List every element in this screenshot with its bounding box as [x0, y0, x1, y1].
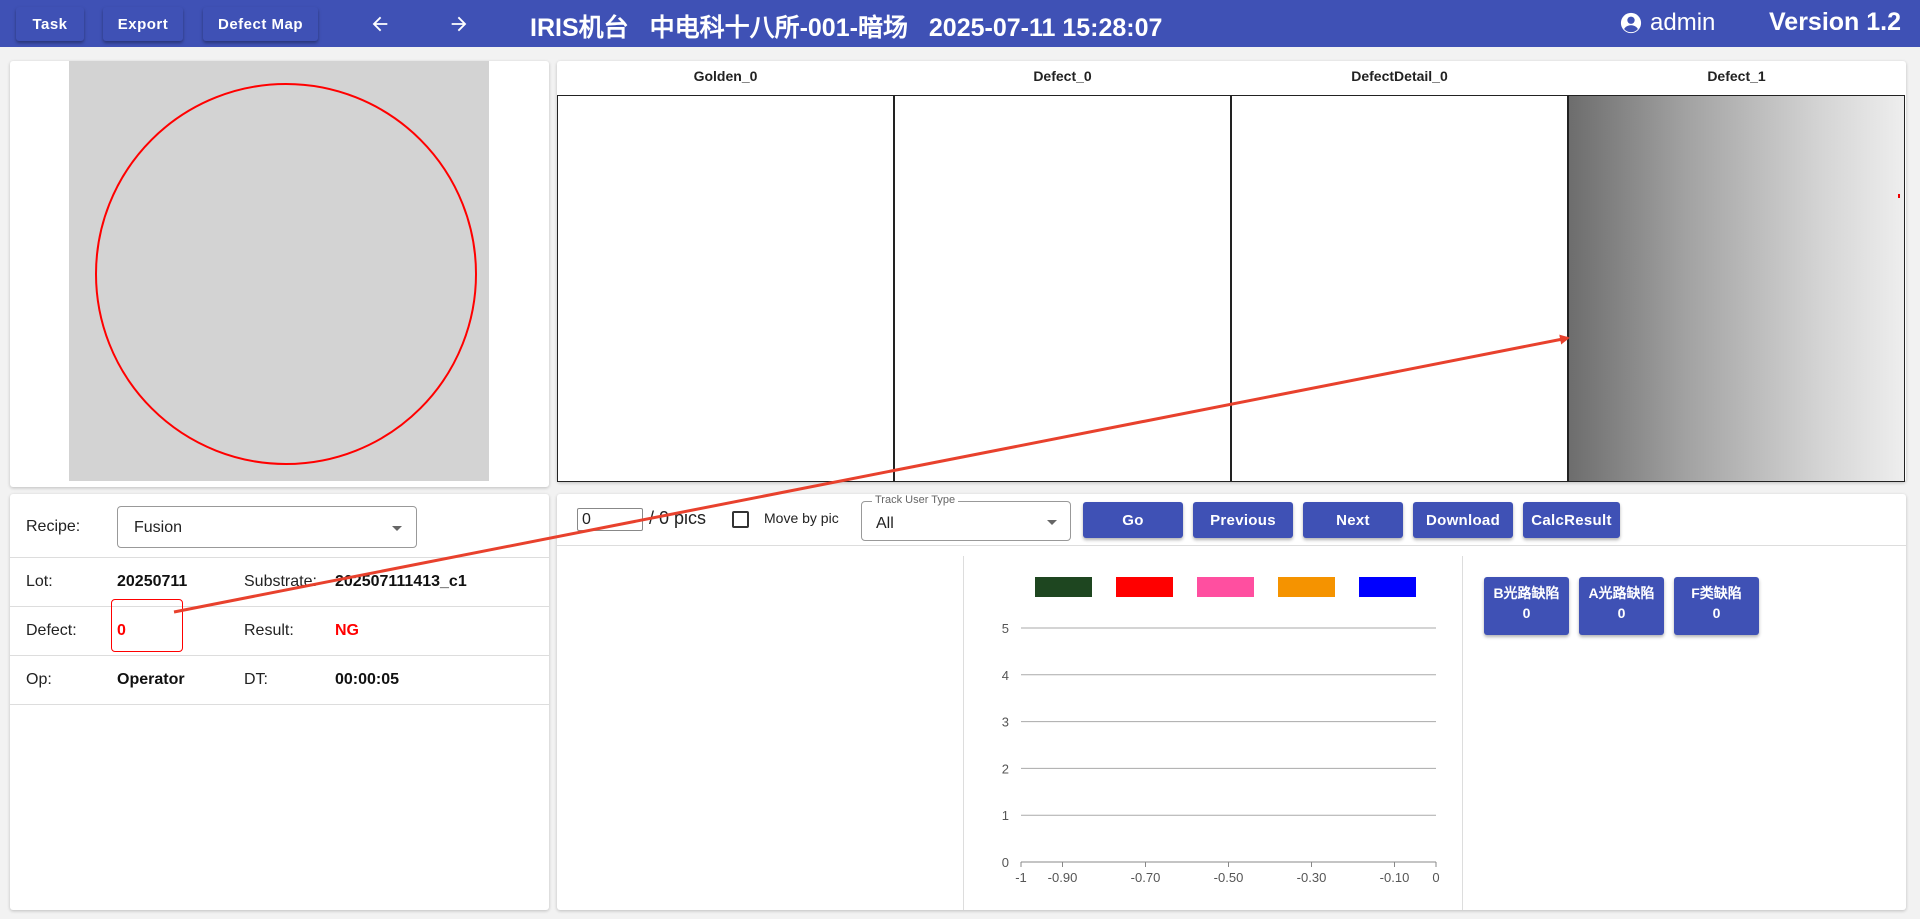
substrate-label: Substrate:	[244, 573, 317, 590]
x-tick-label: 0	[1432, 870, 1439, 885]
image-cell-defect: Defect_0	[894, 61, 1231, 482]
image-header: Golden_0	[693, 68, 758, 84]
forward-arrow-icon[interactable]	[444, 10, 474, 38]
page-title: IRIS机台 中电科十八所-001-暗场 2025-07-11 15:28:07	[530, 8, 1176, 44]
y-tick-label: 1	[1002, 808, 1009, 823]
legend-swatch	[1359, 577, 1416, 597]
top-app-bar: Task Export Defect Map IRIS机台 中电科十八所-001…	[0, 0, 1920, 47]
x-tick-label: -1	[1015, 870, 1027, 885]
station-name: 中电科十八所-001-暗场	[649, 14, 908, 42]
image-cell-defect-detail: DefectDetail_0	[1231, 61, 1568, 482]
golden-image[interactable]	[557, 95, 894, 482]
y-tick-label: 4	[1002, 668, 1009, 683]
result-label: Result:	[244, 622, 294, 639]
x-tick-label: -0.30	[1297, 870, 1327, 885]
recipe-value: Fusion	[134, 519, 183, 536]
export-button[interactable]: Export	[103, 7, 183, 41]
category-name: A光路缺陷	[1588, 585, 1655, 601]
defect-distribution-chart: 0 1 2 3 4 5 -1 -0.90 -0.70 -0.50 -0.30 -0.10 0	[1002, 577, 1440, 885]
recipe-select[interactable]: Fusion	[117, 506, 417, 548]
dt-value: 00:00:05	[335, 671, 400, 688]
recipe-label: Recipe:	[26, 518, 81, 535]
lot-label: Lot:	[26, 573, 53, 590]
op-value: Operator	[117, 671, 185, 688]
category-count: 0	[1712, 605, 1721, 621]
image-cell-golden: Golden_0	[557, 61, 894, 482]
wafer-info-panel: Recipe: Fusion Lot: 20250711 Substrate: …	[10, 494, 549, 910]
defect-map-button[interactable]: Defect Map	[203, 7, 318, 41]
lot-row: Lot: 20250711 Substrate: 202507111413_c1	[10, 558, 549, 607]
machine-name: IRIS机台	[530, 14, 629, 42]
defect-images-panel: Golden_0 Defect_0 DefectDetail_0 Defect_…	[557, 61, 1906, 482]
defect-image[interactable]	[894, 95, 1231, 482]
category-name: F类缺陷	[1691, 585, 1742, 601]
wafer-map-panel	[10, 61, 549, 487]
back-arrow-icon[interactable]	[365, 10, 395, 38]
category-count: 0	[1617, 605, 1626, 621]
y-tick-label: 0	[1002, 855, 1009, 870]
x-tick-label: -0.50	[1214, 870, 1244, 885]
legend-swatch	[1035, 577, 1092, 597]
op-label: Op:	[26, 671, 52, 688]
y-tick-label: 3	[1002, 715, 1009, 730]
image-cell-defect-1: Defect_1	[1568, 61, 1905, 482]
account-circle-icon	[1620, 12, 1642, 34]
op-row: Op: Operator DT: 00:00:05	[10, 656, 549, 705]
category-b-button[interactable]: B光路缺陷 0	[1484, 577, 1569, 635]
wafer-outline-circle	[95, 83, 477, 465]
recipe-row: Recipe: Fusion	[10, 494, 549, 558]
image-header: DefectDetail_0	[1351, 68, 1448, 84]
navigation-chart-panel: 0 / 0 pics Move by pic Track User Type A…	[557, 494, 1906, 910]
lot-value: 20250711	[117, 573, 188, 590]
timestamp: 2025-07-11 15:28:07	[928, 14, 1163, 42]
x-tick-label: -0.90	[1048, 870, 1078, 885]
result-value: NG	[335, 622, 359, 639]
defect-marker	[1898, 194, 1900, 198]
user-name: admin	[1650, 9, 1716, 36]
y-tick-label: 5	[1002, 621, 1009, 636]
task-button[interactable]: Task	[16, 7, 84, 41]
defect-1-image[interactable]	[1568, 95, 1905, 482]
legend-swatch	[1116, 577, 1173, 597]
version-label: Version 1.2	[1769, 8, 1902, 36]
x-tick-label: -0.10	[1380, 870, 1410, 885]
dropdown-caret-icon	[392, 526, 402, 531]
image-header: Defect_1	[1707, 68, 1766, 84]
y-tick-label: 2	[1002, 761, 1009, 776]
category-count: 0	[1522, 605, 1531, 621]
legend-swatch	[1278, 577, 1335, 597]
dt-label: DT:	[244, 671, 268, 688]
image-header: Defect_0	[1033, 68, 1092, 84]
substrate-value: 202507111413_c1	[335, 573, 467, 590]
category-a-button[interactable]: A光路缺陷 0	[1579, 577, 1664, 635]
legend-swatch	[1197, 577, 1254, 597]
defect-row: Defect: 0 Result: NG	[10, 607, 549, 656]
wafer-map[interactable]	[69, 61, 489, 481]
defect-detail-image[interactable]	[1231, 95, 1568, 482]
category-name: B光路缺陷	[1493, 585, 1560, 601]
category-f-button[interactable]: F类缺陷 0	[1674, 577, 1759, 635]
defect-label: Defect:	[26, 622, 77, 639]
user-menu[interactable]: admin	[1620, 9, 1715, 37]
defect-highlight-box	[111, 599, 183, 652]
x-tick-label: -0.70	[1131, 870, 1161, 885]
